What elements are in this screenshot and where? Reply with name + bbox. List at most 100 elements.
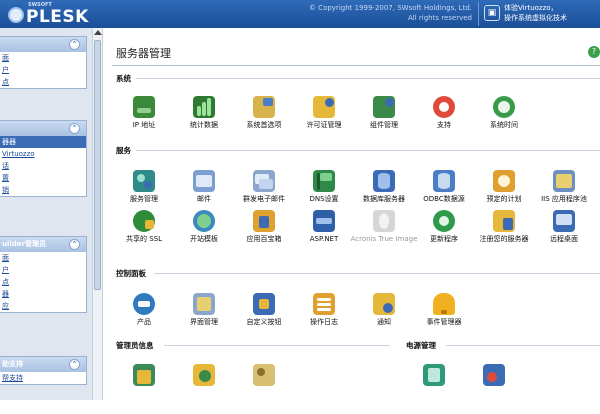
tool-register-server[interactable]: 注册您的服务器 <box>474 210 534 260</box>
tool-remote-desktop[interactable]: 远程桌面 <box>534 210 594 260</box>
tool-product[interactable]: 产品 <box>114 293 174 343</box>
sidebar-scrollbar[interactable] <box>92 28 103 400</box>
tool-label: 预定的计划 <box>486 195 522 203</box>
collapse-icon[interactable]: ⌃ <box>69 123 80 134</box>
tool-license-management[interactable]: 许可证管理 <box>294 96 354 146</box>
plesk-logo-mark-icon <box>8 7 24 23</box>
tool-label: 产品 <box>137 318 151 326</box>
custom-button-icon <box>253 293 275 315</box>
sidebar-item[interactable]: 置 <box>0 172 86 184</box>
sidebar-section-1-header[interactable]: ⌃ <box>0 37 86 52</box>
sidebar-item[interactable]: 器 <box>0 288 86 300</box>
tool-label: 统计数据 <box>190 121 218 129</box>
section-label-services: 服务 <box>116 146 131 155</box>
copyright-notice: © Copyright 1999-2007, SWsoft Holdings, … <box>292 3 472 23</box>
sidebar-section-2: ⌃ 器器 Virtuozzo 话 置 销 <box>0 120 87 197</box>
tool-label: IP 地址 <box>132 121 156 129</box>
sidebar-section-4-header[interactable]: 助支持 ⌃ <box>0 357 86 372</box>
sidebar-section-4-title: 助支持 <box>2 360 23 368</box>
sidebar-item[interactable]: 点 <box>0 76 86 88</box>
tool-label: 自定义按钮 <box>246 318 282 326</box>
register-server-icon <box>493 210 515 232</box>
tool-shared-ssl[interactable]: 共享的 SSL <box>114 210 174 260</box>
tool-system-preferences[interactable]: 系统首选项 <box>234 96 294 146</box>
collapse-icon[interactable]: ⌃ <box>69 239 80 250</box>
sidebar-section-4: 助支持 ⌃ 帮支持 <box>0 356 87 385</box>
bell-icon <box>433 293 455 315</box>
components-icon <box>373 96 395 118</box>
trademark-icon <box>133 293 155 315</box>
sidebar-item[interactable]: 话 <box>0 160 86 172</box>
database-icon <box>373 170 395 192</box>
sidebar-item[interactable]: 应 <box>0 300 86 312</box>
section-divider <box>154 273 600 274</box>
sidebar-section-3-header[interactable]: uilder管理员 ⌃ <box>0 237 86 252</box>
preferences-folder-icon <box>253 96 275 118</box>
virtuozzo-icon: ▣ <box>484 5 500 21</box>
tool-site-templates[interactable]: 开站模板 <box>174 210 234 260</box>
sidebar-item-selected[interactable]: 器器 <box>0 136 86 148</box>
plesk-logo[interactable]: SWSOFT PLESK <box>6 2 88 27</box>
tool-action-log[interactable]: 操作日志 <box>294 293 354 343</box>
remote-desktop-icon <box>553 210 575 232</box>
title-divider <box>112 65 600 66</box>
tool-statistics[interactable]: 统计数据 <box>174 96 234 146</box>
globe-template-icon <box>193 210 215 232</box>
sidebar-item[interactable]: 户 <box>0 64 86 76</box>
tool-component-management[interactable]: 组件管理 <box>354 96 414 146</box>
tool-interface-management[interactable]: 界面管理 <box>174 293 234 343</box>
tool-application-vault[interactable]: 应用百宝箱 <box>234 210 294 260</box>
help-icon[interactable]: ? <box>588 46 600 58</box>
clock-icon <box>493 96 515 118</box>
promo-line-2: 操作系统虚拟化技术 <box>504 14 567 22</box>
tool-support[interactable]: 支持 <box>414 96 474 146</box>
sidebar-section-1: ⌃ 面 户 点 <box>0 36 87 89</box>
section-divider <box>136 150 600 151</box>
sidebar-item[interactable]: Virtuozzo <box>0 148 86 160</box>
promo-line-1: 体验Virtuozzo， <box>504 4 558 12</box>
collapse-icon[interactable]: ⌃ <box>69 39 80 50</box>
admin-keys-icon <box>193 364 215 386</box>
scroll-up-arrow-icon[interactable] <box>94 30 102 35</box>
tool-admin-info-1[interactable] <box>114 364 174 414</box>
sidebar-item[interactable]: 面 <box>0 252 86 264</box>
admin-edit-icon <box>133 364 155 386</box>
sidebar-item[interactable]: 面 <box>0 52 86 64</box>
network-card-icon <box>133 96 155 118</box>
sidebar: ⌃ 面 户 点 ⌃ 器器 Virtuozzo 话 置 销 uilder管理员 ⌃… <box>0 28 92 400</box>
tool-system-time[interactable]: 系统时间 <box>474 96 534 146</box>
section-label-control-panel: 控制面板 <box>116 269 146 278</box>
sidebar-item[interactable]: 销 <box>0 184 86 196</box>
collapse-icon[interactable]: ⌃ <box>69 359 80 370</box>
shutdown-server-icon <box>483 364 505 386</box>
tool-updater[interactable]: 更新程序 <box>414 210 474 260</box>
sidebar-item[interactable]: 户 <box>0 264 86 276</box>
tool-label: 系统首选项 <box>246 121 282 129</box>
tool-admin-info-3[interactable] <box>234 364 294 414</box>
tool-label: 界面管理 <box>190 318 218 326</box>
tool-power-restart[interactable] <box>404 364 464 414</box>
bar-chart-icon <box>193 96 215 118</box>
alarm-clock-icon <box>493 170 515 192</box>
notification-icon <box>373 293 395 315</box>
tool-label: 开站模板 <box>190 235 218 243</box>
tool-label: 共享的 SSL <box>125 235 162 243</box>
virtuozzo-promo-link[interactable]: ▣ 体验Virtuozzo， 操作系统虚拟化技术 <box>484 3 600 25</box>
top-header: SWSOFT PLESK © Copyright 1999-2007, SWso… <box>0 0 600 28</box>
tool-ip-address[interactable]: IP 地址 <box>114 96 174 146</box>
sidebar-item[interactable]: 帮支持 <box>0 372 86 384</box>
tool-admin-info-2[interactable] <box>174 364 234 414</box>
tool-power-shutdown[interactable] <box>464 364 524 414</box>
sidebar-item[interactable]: 点 <box>0 276 86 288</box>
tool-label: 注册您的服务器 <box>479 235 529 243</box>
tool-label: 服务管理 <box>130 195 158 203</box>
tool-label: 邮件 <box>197 195 211 203</box>
scroll-thumb[interactable] <box>94 40 101 290</box>
section-label-system: 系统 <box>116 74 131 83</box>
tool-event-manager[interactable]: 事件管理器 <box>414 293 474 343</box>
tool-notifications[interactable]: 通知 <box>354 293 414 343</box>
sidebar-section-3-title: uilder管理员 <box>2 240 46 248</box>
tool-asp-net[interactable]: ASP.NET <box>294 210 354 260</box>
sidebar-section-2-header[interactable]: ⌃ <box>0 121 86 136</box>
tool-custom-buttons[interactable]: 自定义按钮 <box>234 293 294 343</box>
